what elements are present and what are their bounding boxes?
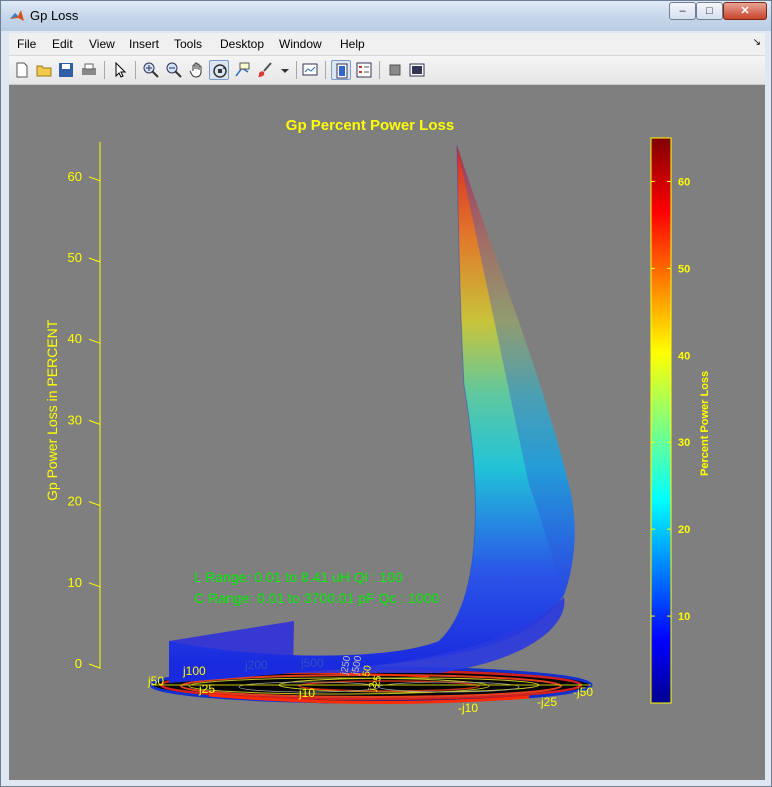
menu-bar: File Edit View Insert Tools Desktop Wind…	[9, 33, 765, 56]
menu-tools[interactable]: Tools	[174, 37, 202, 51]
smith-label: j200	[244, 658, 268, 672]
colorbar-label: Percent Power Loss	[699, 371, 711, 476]
figure-window: Gp Loss – □ ✕ File Edit View Insert Tool…	[0, 0, 772, 787]
z-axis-tick	[88, 176, 101, 182]
menu-view[interactable]: View	[89, 37, 115, 51]
link-plot-icon[interactable]	[300, 60, 320, 80]
smith-label: j50	[147, 674, 164, 688]
menu-window[interactable]: Window	[279, 37, 322, 51]
z-axis-tick-label: 50	[68, 250, 82, 265]
minimize-button[interactable]: –	[669, 2, 696, 20]
colorbar-tick-label: 10	[678, 611, 690, 623]
smith-label: -j10	[458, 701, 478, 715]
open-file-icon[interactable]	[34, 60, 54, 80]
z-axis-label: Gp Power Loss in PERCENT	[44, 319, 60, 501]
pan-icon[interactable]	[187, 60, 207, 80]
zoom-out-icon[interactable]	[164, 60, 184, 80]
new-figure-icon[interactable]	[12, 60, 32, 80]
smith-label: j10	[298, 686, 315, 700]
colorbar-tick-label: 30	[678, 437, 690, 449]
save-icon[interactable]	[56, 60, 76, 80]
data-cursor-icon[interactable]	[232, 60, 252, 80]
menu-help[interactable]: Help	[340, 37, 365, 51]
close-button[interactable]: ✕	[723, 2, 767, 20]
menu-insert[interactable]: Insert	[129, 37, 159, 51]
brush-dropdown-icon[interactable]	[275, 60, 295, 80]
colorbar-tick-label: 40	[678, 350, 690, 362]
z-axis-tick-label: 20	[68, 494, 82, 509]
smith-label: -j25	[537, 695, 557, 709]
z-axis-tick-label: 10	[68, 575, 82, 590]
menu-edit[interactable]: Edit	[52, 37, 73, 51]
figure-canvas[interactable]: Gp Percent Power Loss 0 10 20 30 40 50 60 Gp P…	[9, 85, 765, 780]
plot-title: Gp Percent Power Loss	[286, 117, 454, 134]
figure-toolbar	[9, 56, 765, 85]
print-icon[interactable]	[79, 60, 99, 80]
smith-label: j25	[198, 682, 215, 696]
show-plot-tools-icon[interactable]	[407, 60, 427, 80]
hide-plot-tools-icon[interactable]	[385, 60, 405, 80]
brush-icon[interactable]	[255, 60, 275, 80]
rotate-3d-icon[interactable]	[209, 60, 229, 80]
z-axis-tick	[88, 501, 101, 507]
z-axis-tick	[88, 338, 101, 344]
z-axis-tick	[88, 582, 101, 588]
z-axis-tick	[88, 419, 101, 425]
plot-area[interactable]: Gp Percent Power Loss 0 10 20 30 40 50 60 Gp P…	[9, 85, 765, 780]
z-axis-tick-label: 0	[75, 656, 82, 671]
z-axis-tick-label: 60	[68, 169, 82, 184]
z-axis-tick-label: 30	[68, 412, 82, 427]
smith-label: j500	[300, 656, 324, 670]
menu-dock-arrow-icon[interactable]: ↘	[753, 37, 761, 48]
z-axis-tick-label: 40	[68, 331, 82, 346]
colorbar-tick-label: 60	[678, 176, 690, 188]
annotation-c-range: C Range: 0.01 to 3700.01 pF Qc : 1000	[194, 590, 439, 606]
colorbar-gradient	[650, 137, 672, 704]
z-axis-ticks: 0 10 20 30 40 50 60	[68, 169, 101, 671]
colorbar-icon[interactable]	[331, 60, 351, 80]
colorbar-tick-label: 50	[678, 263, 690, 275]
legend-icon[interactable]	[354, 60, 374, 80]
matlab-app-icon	[9, 8, 25, 24]
window-title: Gp Loss	[30, 8, 79, 23]
menu-desktop[interactable]: Desktop	[220, 37, 264, 51]
title-bar[interactable]: Gp Loss – □ ✕	[1, 1, 771, 31]
annotation-l-range: L Range: 0.01 to 8.41 uH Ql : 100	[194, 569, 403, 585]
maximize-button[interactable]: □	[696, 2, 723, 20]
z-axis-tick	[88, 663, 101, 669]
menu-file[interactable]: File	[17, 37, 36, 51]
z-axis-tick	[88, 257, 101, 263]
colorbar-tick-label: 20	[678, 524, 690, 536]
colorbar[interactable]: 10 20 30 40 50 60 Percent Power Loss	[650, 137, 711, 704]
smith-label: -j50	[573, 685, 593, 699]
smith-label: j100	[182, 664, 206, 678]
zoom-in-icon[interactable]	[141, 60, 161, 80]
pointer-icon[interactable]	[110, 60, 130, 80]
